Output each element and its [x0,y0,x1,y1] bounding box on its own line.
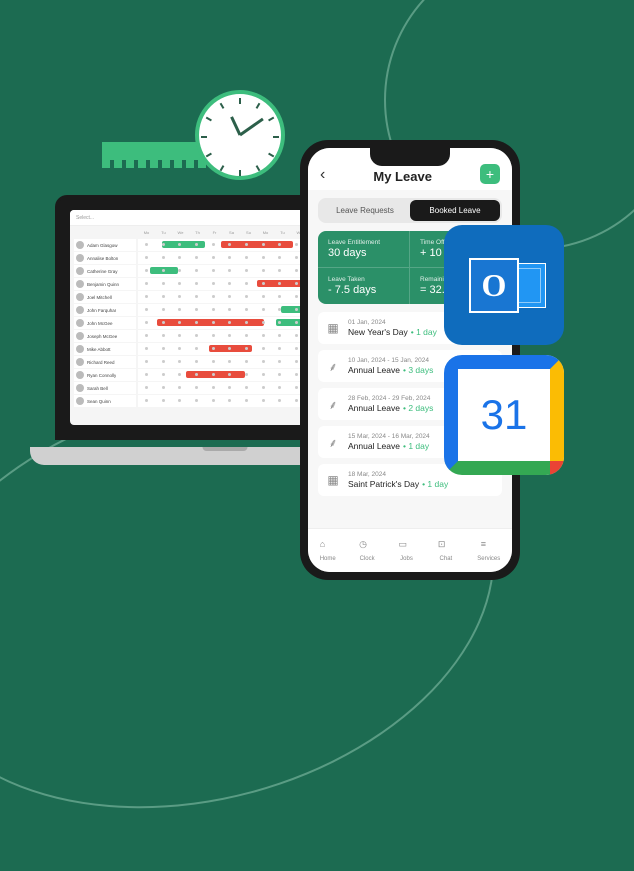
tab-booked-leave[interactable]: Booked Leave [410,200,500,221]
employee-row[interactable]: Adam Glasgow [74,239,136,251]
avatar [76,254,84,262]
avatar [76,371,84,379]
avatar [76,358,84,366]
avatar [76,293,84,301]
employee-row[interactable]: Sarah Bell [74,382,136,394]
page-title: My Leave [373,169,432,184]
clock-icon: ◷ [359,539,375,555]
palm-tree-icon: ⸙ [326,397,340,411]
bottom-nav: ⌂Home ◷Clock ▭Jobs ⊡Chat ≡Services [308,528,512,572]
tab-leave-requests[interactable]: Leave Requests [320,200,410,221]
google-calendar-app-icon[interactable]: 31 [444,355,564,475]
avatar [76,306,84,314]
employee-row[interactable]: John Farquhar [74,304,136,316]
calendar-icon: ▦ [326,321,340,335]
palm-tree-icon: ⸙ [326,435,340,449]
employee-row[interactable]: John McGee [74,317,136,329]
nav-services[interactable]: ≡Services [477,539,500,562]
employee-row[interactable]: Annalise Bolton [74,252,136,264]
avatar [76,397,84,405]
avatar [76,319,84,327]
employee-row[interactable]: Mike Abbott [74,343,136,355]
nav-home[interactable]: ⌂Home [320,539,336,562]
nav-chat[interactable]: ⊡Chat [438,539,454,562]
nav-clock[interactable]: ◷Clock [359,539,375,562]
calendar-icon: ▦ [326,473,340,487]
jobs-icon: ▭ [398,539,414,555]
employee-row[interactable]: Sean Quinn [74,395,136,407]
nav-jobs[interactable]: ▭Jobs [398,539,414,562]
leave-bar[interactable] [157,319,264,326]
avatar [76,241,84,249]
avatar [76,384,84,392]
add-button[interactable]: + [480,164,500,184]
avatar [76,280,84,288]
clock-graphic [195,90,285,180]
avatar [76,345,84,353]
avatar [76,332,84,340]
filter-select[interactable]: Select... [76,215,94,221]
employee-row[interactable]: Benjamin Quinn [74,278,136,290]
employee-row[interactable]: Catherine Gray [74,265,136,277]
chat-icon: ⊡ [438,539,454,555]
employee-row[interactable]: Joseph McGee [74,330,136,342]
leave-bar[interactable] [162,241,205,248]
home-icon: ⌂ [320,539,336,555]
avatar [76,267,84,275]
tab-bar: Leave RequestsBooked Leave [318,198,502,223]
employee-row[interactable]: Joel Mitchell [74,291,136,303]
employee-row[interactable]: Ryan Connolly [74,369,136,381]
back-button[interactable]: ‹ [320,166,325,184]
leave-bar[interactable] [221,241,292,248]
services-icon: ≡ [481,539,497,555]
outlook-app-icon[interactable]: O [444,225,564,345]
palm-tree-icon: ⸙ [326,359,340,373]
employee-row[interactable]: Richard Reed [74,356,136,368]
